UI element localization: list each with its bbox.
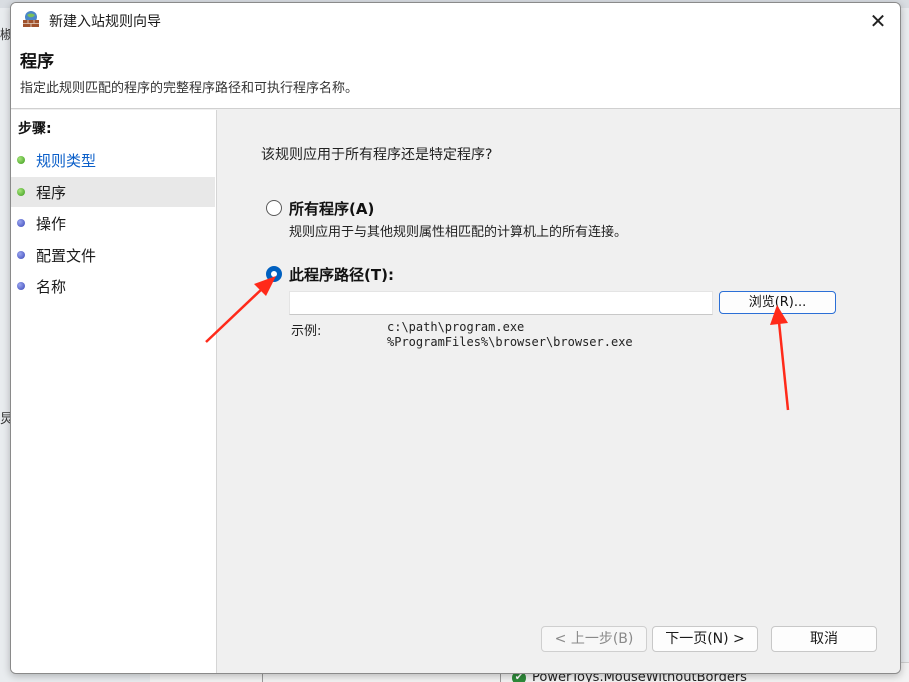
steps-panel: 步骤: 规则类型 程序 操作 配置文件 名称: [11, 110, 217, 673]
page-title: 程序: [20, 52, 54, 72]
this-program-path-radio[interactable]: [266, 266, 282, 282]
this-program-path-label[interactable]: 此程序路径(T):: [289, 264, 394, 285]
step-profile: 配置文件: [11, 240, 215, 270]
step-status-dot: [17, 282, 25, 290]
wizard-content: 该规则应用于所有程序还是特定程序? 所有程序(A) 规则应用于与其他规则属性相匹…: [219, 110, 900, 673]
all-programs-description: 规则应用于与其他规则属性相匹配的计算机上的所有连接。: [289, 225, 628, 240]
window-title: 新建入站规则向导: [49, 14, 161, 30]
step-rule-type[interactable]: 规则类型: [11, 145, 215, 175]
step-label: 配置文件: [36, 246, 97, 265]
title-bar: 新建入站规则向导 ✕: [11, 3, 900, 37]
back-button[interactable]: < 上一步(B): [541, 626, 647, 652]
example-path-1: c:\path\program.exe: [387, 320, 525, 334]
step-program: 程序: [11, 177, 215, 207]
close-button[interactable]: ✕: [864, 7, 892, 35]
new-inbound-rule-wizard-dialog: 新建入站规则向导 ✕ 程序 指定此规则匹配的程序的完整程序路径和可执行程序名称。…: [10, 2, 901, 674]
step-label: 程序: [36, 183, 67, 202]
step-status-dot: [17, 156, 25, 164]
all-programs-radio[interactable]: [266, 200, 282, 216]
all-programs-label[interactable]: 所有程序(A): [289, 198, 374, 219]
step-status-dot: [17, 251, 25, 259]
page-description: 指定此规则匹配的程序的完整程序路径和可执行程序名称。: [20, 81, 359, 96]
wizard-header: 程序 指定此规则匹配的程序的完整程序路径和可执行程序名称。: [11, 37, 900, 109]
step-label: 规则类型: [36, 151, 97, 170]
example-label: 示例:: [291, 324, 322, 339]
step-label: 操作: [36, 214, 67, 233]
browse-button[interactable]: 浏览(R)...: [719, 291, 836, 314]
next-button[interactable]: 下一页(N) >: [652, 626, 758, 652]
program-path-input[interactable]: [289, 291, 713, 315]
scope-question: 该规则应用于所有程序还是特定程序?: [261, 147, 493, 163]
cancel-button[interactable]: 取消: [771, 626, 877, 652]
step-name: 名称: [11, 271, 215, 301]
firewall-brick-globe-icon: [23, 11, 39, 27]
example-path-2: %ProgramFiles%\browser\browser.exe: [387, 335, 633, 349]
steps-title: 步骤:: [18, 121, 52, 137]
close-icon: ✕: [869, 9, 887, 33]
step-status-dot: [17, 219, 25, 227]
step-label: 名称: [36, 277, 67, 296]
step-action: 操作: [11, 208, 215, 238]
step-status-dot: [17, 188, 25, 196]
